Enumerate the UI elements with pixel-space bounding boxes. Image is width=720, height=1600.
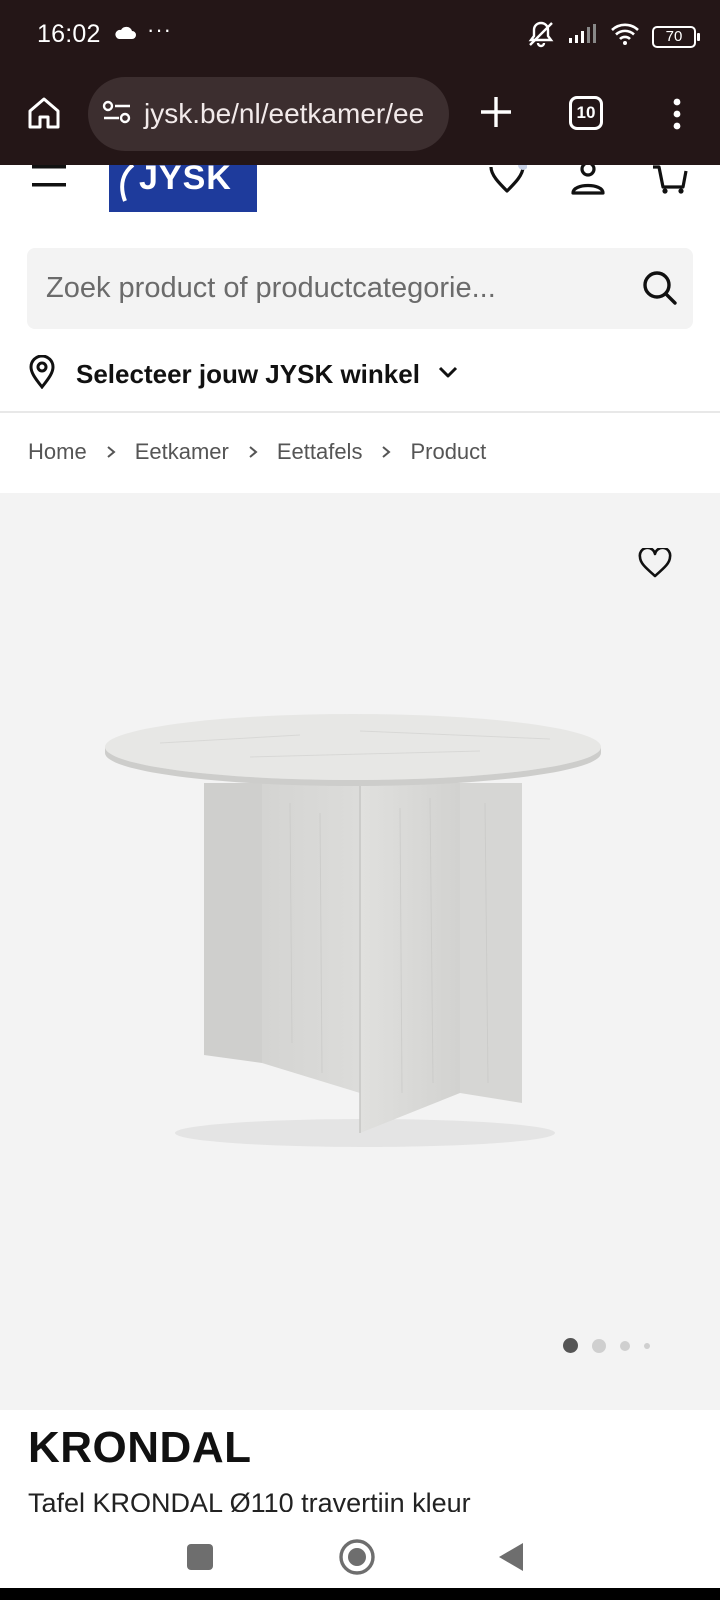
gallery-dot-active[interactable] [563,1338,578,1353]
logo-swoosh-icon [120,165,135,202]
search-box [27,248,693,329]
search-icon[interactable] [642,270,678,311]
url-text: jysk.be/nl/eetkamer/ee [144,98,425,129]
chevron-right-icon [381,439,392,465]
user-icon[interactable] [570,161,606,200]
status-bar: 16:02 ··· 70 [0,0,720,72]
address-bar[interactable]: jysk.be/nl/eetkamer/ee [88,77,449,151]
tab-switcher-button[interactable]: 10 [569,96,603,130]
product-gallery[interactable] [0,493,720,1410]
recent-apps-icon[interactable] [187,1544,213,1570]
status-icons: 70 [526,20,700,53]
new-tab-plus-icon[interactable] [476,92,516,132]
browser-toolbar: jysk.be/nl/eetkamer/ee 10 [0,72,720,165]
store-selector-label: Selecteer jouw JYSK winkel [76,358,420,389]
gallery-dot[interactable] [644,1342,650,1349]
product-name: KRONDAL [28,1423,252,1472]
breadcrumb: Home Eetkamer Eettafels Product [28,439,486,465]
breadcrumb-eetkamer[interactable]: Eetkamer [135,439,229,465]
gallery-dot[interactable] [592,1338,606,1353]
status-more-dots: ··· [147,17,172,42]
cart-icon[interactable] [651,165,689,200]
site-settings-icon[interactable] [102,99,132,130]
wifi-icon [610,22,640,51]
cloud-icon [113,24,137,45]
breadcrumb-eettafels[interactable]: Eettafels [277,439,363,465]
more-vert-icon[interactable] [667,94,687,134]
site-header: JYSK [0,160,720,215]
chevron-right-icon [248,439,258,465]
chevron-down-icon [438,365,458,384]
logo-text: JYSK [139,165,232,197]
store-selector[interactable]: Selecteer jouw JYSK winkel [28,354,458,394]
search-input[interactable] [46,248,606,329]
gallery-dot[interactable] [620,1340,630,1351]
section-divider [0,411,720,413]
product-image[interactable] [100,713,620,1153]
bottom-edge [0,1588,720,1600]
battery-icon: 70 [652,25,700,48]
location-pin-icon [28,354,56,394]
signal-icon [568,23,598,50]
system-home-icon[interactable] [338,1538,376,1581]
chevron-right-icon [106,439,116,465]
breadcrumb-product: Product [410,439,487,464]
status-time: 16:02 [37,20,101,48]
heart-icon[interactable] [638,546,672,583]
back-icon[interactable] [497,1541,525,1578]
gallery-pagination [563,1338,650,1353]
breadcrumb-home[interactable]: Home [28,439,87,465]
product-description: Tafel KRONDAL Ø110 travertijn kleur [28,1488,471,1514]
heart-icon[interactable] [487,160,528,200]
jysk-logo[interactable]: JYSK [109,165,257,212]
mute-icon [526,20,556,53]
hamburger-icon[interactable] [32,165,66,191]
browser-home-icon[interactable] [24,93,64,133]
